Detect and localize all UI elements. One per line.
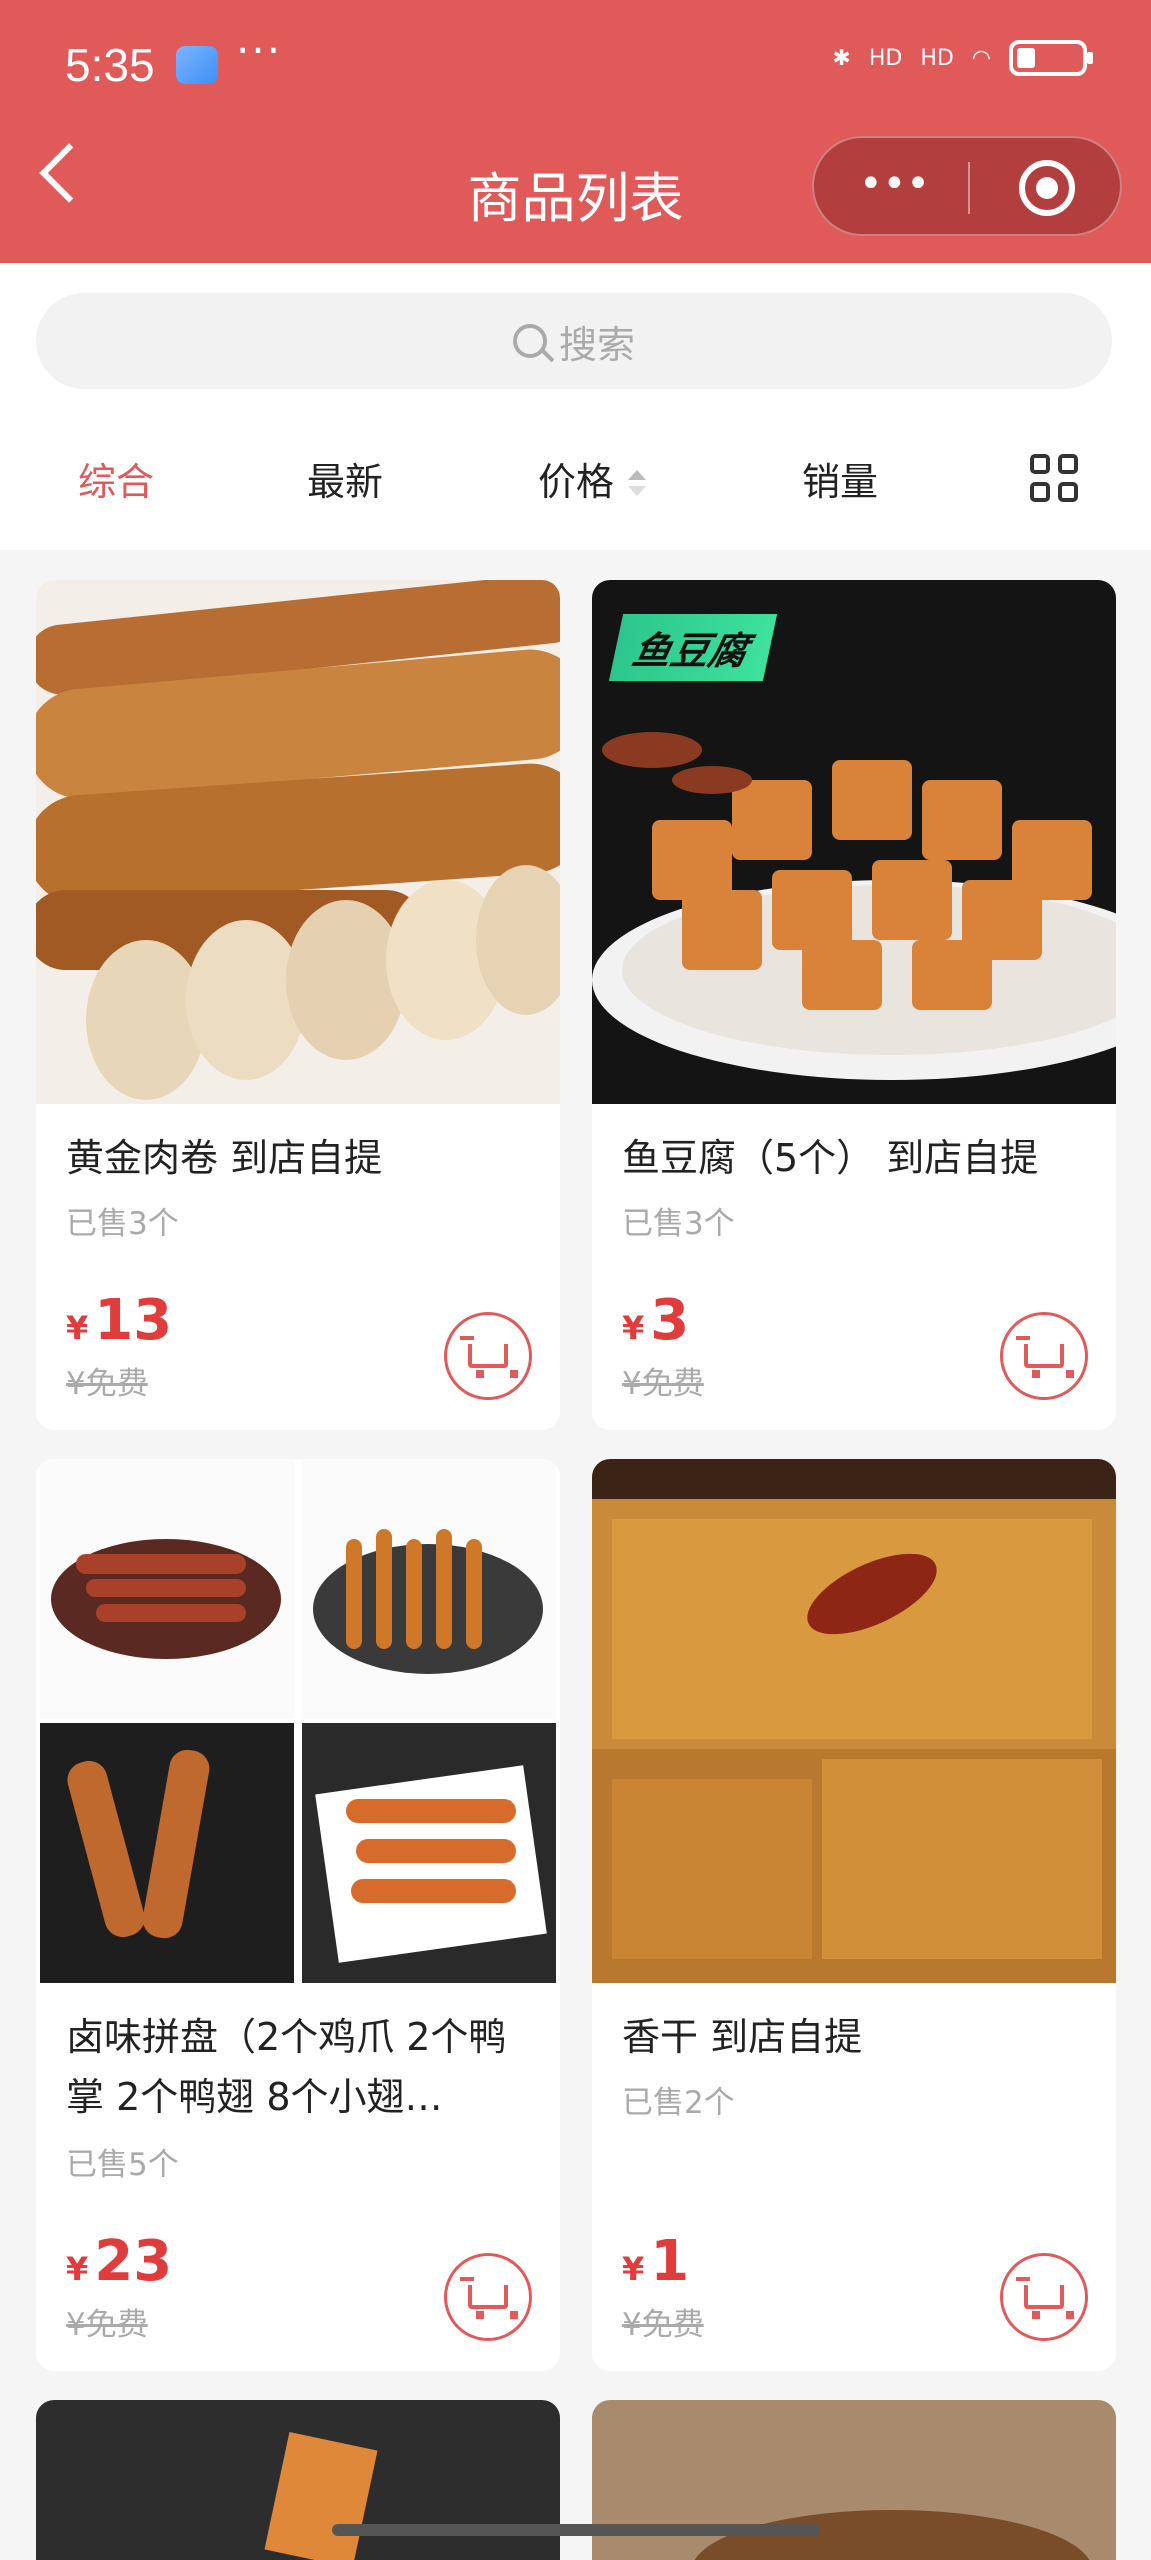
product-card[interactable]: 卤味拼盘（2个鸡爪 2个鸭掌 2个鸭翅 8个小翅… 已售5个 ¥23 ¥免费 — [36, 1459, 560, 2371]
product-image — [592, 1459, 1116, 1983]
filter-toolbar: 搜索 综合 最新 价格 销量 — [0, 263, 1151, 550]
more-button[interactable]: ••• — [859, 164, 930, 204]
original-price: ¥免费 — [622, 2307, 704, 2343]
product-name: 卤味拼盘（2个鸡爪 2个鸭掌 2个鸭翅 8个小翅… — [66, 2015, 507, 2119]
currency-symbol: ¥ — [66, 1309, 89, 1347]
product-card[interactable] — [36, 2400, 560, 2560]
cart-icon — [1016, 2277, 1074, 2319]
search-icon — [512, 324, 547, 358]
currency-symbol: ¥ — [66, 2250, 89, 2288]
sold-count: 已售3个 — [622, 1206, 735, 1242]
product-image — [36, 580, 560, 1104]
sort-tab-newest[interactable]: 最新 — [307, 451, 383, 506]
product-card[interactable]: 香干 到店自提 已售2个 ¥1 ¥免费 — [592, 1459, 1116, 2371]
product-image — [592, 2400, 1116, 2560]
status-indicators: ✱ HD HD ◠ — [832, 40, 1093, 76]
add-to-cart-button[interactable] — [1000, 2253, 1088, 2341]
mini-program-capsule: ••• — [812, 136, 1122, 236]
product-card[interactable]: 鱼豆腐 鱼豆腐（5个） 到店自提 已售3个 ¥3 ¥免费 — [592, 580, 1116, 1430]
original-price: ¥免费 — [622, 1366, 704, 1402]
product-name: 鱼豆腐（5个） 到店自提 — [622, 1136, 1039, 1180]
bluetooth-icon: ✱ — [832, 45, 851, 71]
signal-icon: HD — [920, 45, 954, 71]
sort-arrows-icon — [626, 466, 647, 502]
wifi-icon: ◠ — [971, 45, 991, 71]
currency-symbol: ¥ — [622, 1309, 645, 1347]
original-price: ¥免费 — [66, 1366, 148, 1402]
signal-icon: HD — [868, 45, 903, 71]
header-bar: 5:35 ··· ✱ HD HD ◠ 商品列表 ••• — [0, 0, 1151, 263]
sold-count: 已售5个 — [66, 2147, 179, 2183]
product-price: ¥1 — [622, 2229, 689, 2294]
cart-icon — [460, 2277, 518, 2319]
price-value: 13 — [94, 1288, 173, 1353]
original-price: ¥免费 — [66, 2307, 148, 2343]
sold-count: 已售3个 — [66, 1206, 179, 1242]
sort-bar: 综合 最新 价格 销量 — [0, 438, 1151, 518]
cloud-app-icon — [176, 46, 218, 84]
cart-icon — [460, 1336, 518, 1378]
battery-icon — [1009, 40, 1093, 76]
product-badge: 鱼豆腐 — [608, 614, 778, 681]
add-to-cart-button[interactable] — [444, 2253, 532, 2341]
product-image — [36, 2400, 560, 2560]
sort-tab-sales[interactable]: 销量 — [802, 451, 878, 506]
product-price: ¥3 — [622, 1288, 689, 1353]
product-name: 香干 到店自提 — [622, 2015, 863, 2059]
product-price: ¥23 — [66, 2229, 172, 2294]
product-card[interactable]: 黄金肉卷 到店自提 已售3个 ¥13 ¥免费 — [36, 580, 560, 1430]
search-input[interactable]: 搜索 — [36, 293, 1112, 389]
capsule-divider — [968, 162, 970, 214]
price-value: 3 — [650, 1288, 690, 1353]
add-to-cart-button[interactable] — [444, 1312, 532, 1400]
cart-icon — [1016, 1336, 1074, 1378]
currency-symbol: ¥ — [622, 2250, 645, 2288]
grid-view-icon[interactable] — [1030, 454, 1078, 502]
product-image — [36, 1459, 560, 1983]
search-placeholder: 搜索 — [558, 322, 635, 367]
home-indicator — [332, 2524, 820, 2536]
price-value: 1 — [650, 2229, 690, 2294]
product-name: 黄金肉卷 到店自提 — [66, 1136, 383, 1180]
sold-count: 已售2个 — [622, 2085, 735, 2121]
product-card[interactable] — [592, 2400, 1116, 2560]
sort-tab-price-label: 价格 — [538, 459, 615, 504]
add-to-cart-button[interactable] — [1000, 1312, 1088, 1400]
product-price: ¥13 — [66, 1288, 172, 1353]
sort-tab-price[interactable]: 价格 — [538, 451, 647, 506]
close-miniprogram-button[interactable] — [1019, 160, 1075, 216]
sort-tab-comprehensive[interactable]: 综合 — [78, 451, 154, 506]
status-time: 5:35 — [65, 39, 155, 91]
price-value: 23 — [94, 2229, 173, 2294]
notification-dots: ··· — [236, 26, 283, 75]
